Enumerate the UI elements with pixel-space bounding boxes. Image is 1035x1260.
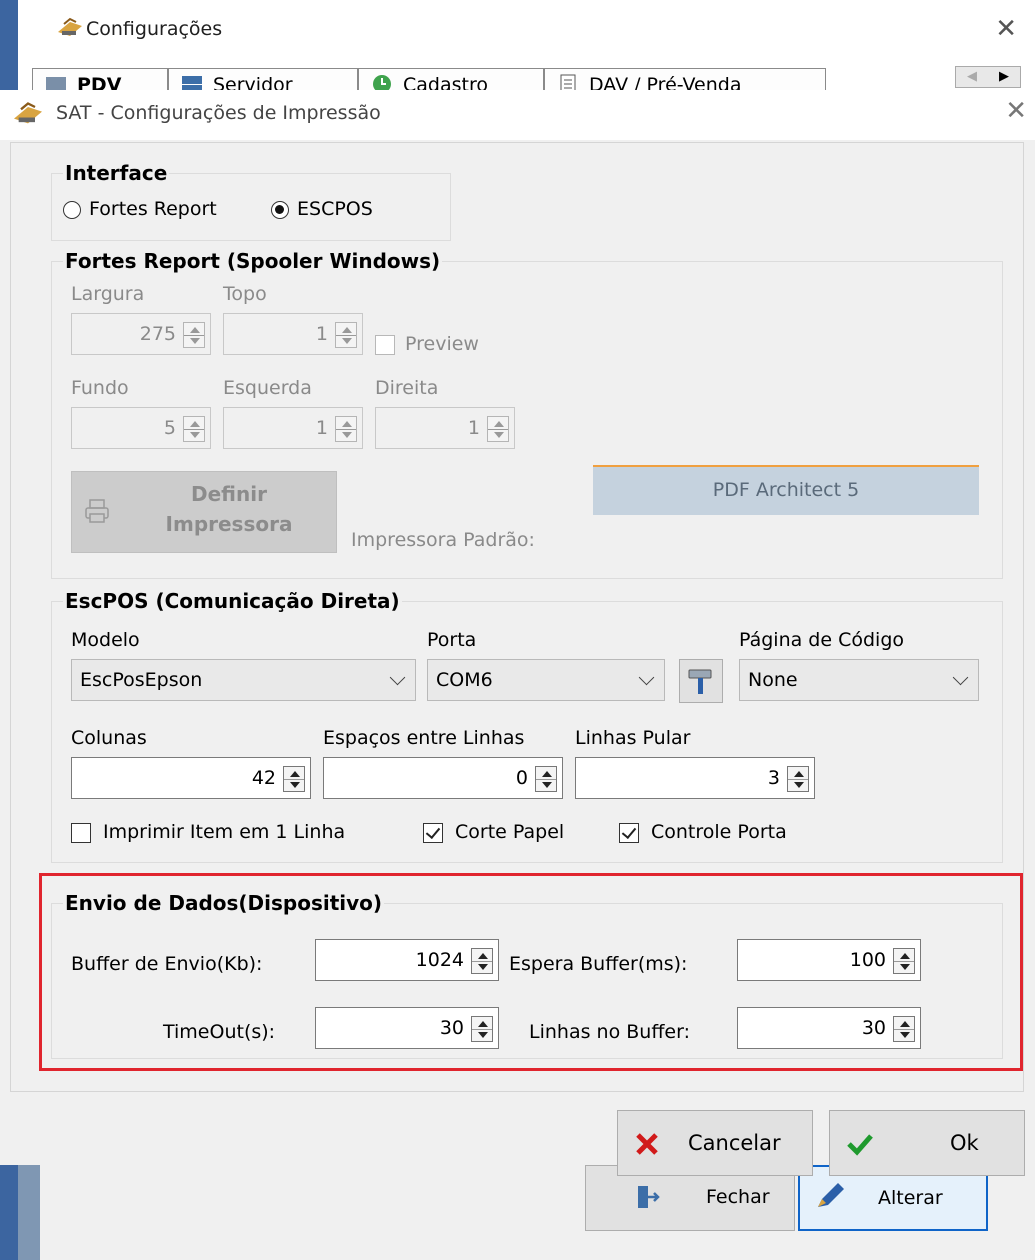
modelo-combobox[interactable]: EscPosEpson [71,659,416,701]
tab-scroll-buttons: ◀ ▶ [955,66,1021,88]
direita-label: Direita [375,377,439,399]
escpos-group-title: EscPOS (Comunicação Direta) [63,589,402,613]
largura-label: Largura [71,283,145,305]
esquerda-value: 1 [315,417,328,439]
background-titlebar: Configurações ✕ [18,0,1035,68]
tab-dav[interactable]: DAV / Pré-Venda [544,68,826,92]
fortes-report-group-title: Fortes Report (Spooler Windows) [63,249,443,273]
fundo-value: 5 [163,417,176,439]
controle-porta-checkbox[interactable] [619,823,639,843]
pagina-codigo-value: None [748,669,798,691]
fundo-spinner[interactable]: 5 [71,407,211,449]
checkmark-icon [846,1131,874,1162]
modelo-label: Modelo [71,629,140,651]
largura-value: 275 [139,323,176,345]
port-config-button[interactable] [679,659,723,703]
printer-icon [84,498,112,528]
espacos-label: Espaços entre Linhas [323,727,525,749]
direita-spinner[interactable]: 1 [375,407,515,449]
largura-spinner[interactable]: 275 [71,313,211,355]
ok-button[interactable]: Ok [829,1110,1025,1176]
cancel-button[interactable]: Cancelar [617,1110,813,1176]
preview-checkbox[interactable] [375,335,395,355]
app-icon [56,16,84,44]
background-bottom-bar: Fechar Alterar [40,1165,1035,1260]
radio-fortes-report-label: Fortes Report [89,198,217,220]
colunas-spinner[interactable]: 42 [71,757,311,799]
interface-group-title: Interface [63,161,170,185]
tab-pdv[interactable]: PDV [32,68,168,92]
preview-label: Preview [405,333,479,355]
background-tabs: PDV Servidor Cadastro DAV / Pré-Venda ◀ … [18,62,1035,92]
corte-papel-label: Corte Papel [455,821,565,843]
dialog-title: SAT - Configurações de Impressão [56,102,381,124]
modelo-value: EscPosEpson [80,669,203,691]
cancel-button-label: Cancelar [688,1131,781,1155]
topo-value: 1 [315,323,328,345]
radio-escpos-label: ESCPOS [297,198,373,220]
dialog-close-icon[interactable]: ✕ [1005,96,1027,126]
pagina-codigo-combobox[interactable]: None [739,659,979,701]
edit-button-label: Alterar [878,1187,943,1209]
print-settings-dialog: SAT - Configurações de Impressão ✕ Inter… [0,90,1035,1176]
direita-value: 1 [467,417,480,439]
linhas-pular-value: 3 [767,767,780,789]
colunas-label: Colunas [71,727,147,749]
fundo-label: Fundo [71,377,129,399]
imprimir-item-label: Imprimir Item em 1 Linha [103,821,346,843]
topo-label: Topo [223,283,267,305]
app-icon [10,100,46,132]
define-printer-button[interactable]: Definir Impressora [71,471,337,553]
background-window-title: Configurações [86,18,223,40]
radio-fortes-report[interactable] [63,201,81,219]
default-printer-label: Impressora Padrão: [351,529,535,551]
define-printer-line1: Definir [191,482,267,506]
porta-combobox[interactable]: COM6 [427,659,665,701]
porta-value: COM6 [436,669,493,691]
define-printer-line2: Impressora [165,512,293,536]
background-close-icon[interactable]: ✕ [995,14,1017,44]
chevron-down-icon [952,669,969,686]
x-icon [634,1131,660,1162]
espacos-value: 0 [515,767,528,789]
colunas-value: 42 [251,767,276,789]
red-highlight-box [39,873,1023,1071]
topo-spinner[interactable]: 1 [223,313,363,355]
hammer-icon [686,666,716,700]
pagina-codigo-label: Página de Código [739,629,905,651]
dialog-client-area: Interface Fortes Report ESCPOS Fortes Re… [10,142,1024,1092]
imprimir-item-checkbox[interactable] [71,823,91,843]
porta-label: Porta [427,629,477,651]
esquerda-label: Esquerda [223,377,312,399]
linhas-pular-spinner[interactable]: 3 [575,757,815,799]
corte-papel-checkbox[interactable] [423,823,443,843]
espacos-spinner[interactable]: 0 [323,757,563,799]
ok-button-label: Ok [950,1131,979,1155]
controle-porta-label: Controle Porta [651,821,787,843]
close-button-label: Fechar [706,1186,770,1208]
chevron-down-icon [638,669,655,686]
pen-icon [814,1181,846,1216]
radio-escpos[interactable] [271,201,289,219]
default-printer-field: PDF Architect 5 [593,465,979,515]
chevron-down-icon [389,669,406,686]
dialog-titlebar: SAT - Configurações de Impressão ✕ [0,90,1035,140]
tab-cadastro[interactable]: Cadastro [358,68,544,92]
tab-servidor[interactable]: Servidor [168,68,358,92]
scroll-right-icon[interactable]: ▶ [988,67,1020,87]
scroll-left-icon[interactable]: ◀ [956,67,988,87]
linhas-pular-label: Linhas Pular [575,727,691,749]
esquerda-spinner[interactable]: 1 [223,407,363,449]
exit-icon [636,1184,660,1215]
